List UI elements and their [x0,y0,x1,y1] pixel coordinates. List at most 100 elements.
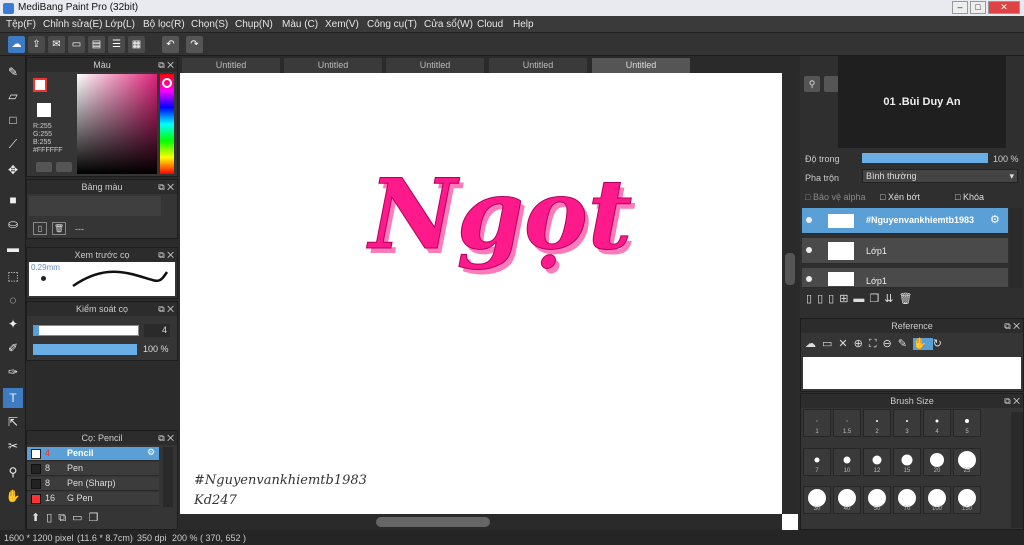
close-icon[interactable]: ✕ [838,338,853,350]
blend-mode-select[interactable]: Bình thường ▾ [862,169,1018,183]
panel-close-icon[interactable]: ⧉ ✕ [158,248,174,262]
clipping-checkbox[interactable]: □ Xén bớt [880,192,920,202]
add-brush-icon[interactable]: ⬆ [31,512,46,524]
cloud-icon[interactable]: ☁ [8,36,25,53]
text-tool-icon[interactable]: T [3,388,23,408]
brush-size-option[interactable]: 25 [953,448,981,476]
maximize-button[interactable]: □ [970,1,986,14]
size-value[interactable]: 4 [144,324,170,337]
opacity-slider[interactable] [33,344,137,355]
layer-item[interactable]: #Nguyenvankhiemtb1983 ⚙ [802,208,1008,234]
menu-cloud[interactable]: Cloud [477,19,503,30]
protect-alpha-checkbox[interactable]: □ Bảo vệ alpha [805,192,865,202]
gear-icon[interactable]: ⚙ [147,447,155,458]
zoom-in-icon[interactable]: ⊕ [854,338,869,350]
brush-tool-icon[interactable]: ✎ [3,62,23,82]
brush-item[interactable]: 4 Pencil ⚙ [27,447,159,461]
brush-size-option[interactable]: 100 [923,486,951,514]
horizontal-scrollbar[interactable] [180,514,782,530]
hand-tool-icon[interactable]: ✋ [3,486,23,506]
comment-icon[interactable]: ▭ [68,36,85,53]
vertical-scrollbar[interactable] [782,73,798,514]
brush-size-option[interactable]: 3 [893,409,921,437]
brush-list-scrollbar[interactable] [163,447,173,507]
menu-color[interactable]: Màu (C) [282,19,318,30]
visibility-icon[interactable] [806,217,812,223]
grid-icon[interactable]: ▦ [128,36,145,53]
size-slider[interactable] [33,325,139,336]
duplicate-icon[interactable]: ❐ [89,512,105,524]
fill-rect-tool-icon[interactable]: ■ [3,190,23,210]
folder-icon[interactable]: ▭ [72,512,88,524]
hand-icon[interactable]: ✋ [912,338,933,350]
zoom-icon[interactable]: ⚲ [804,76,820,92]
menu-file[interactable]: Tệp(F) [6,19,36,30]
brush-size-option[interactable]: 1.5 [833,409,861,437]
tab-document-active[interactable]: Untitled [592,58,690,73]
secondary-color-swatch[interactable] [37,103,51,117]
menu-tools[interactable]: Công cụ(T) [367,19,417,30]
new-layer-icon[interactable]: ▯ [806,293,817,305]
duplicate-layer-icon[interactable]: ❐ [869,293,884,305]
brush-item[interactable]: 16 G Pen [27,492,159,506]
menu-view[interactable]: Xem(V) [325,19,359,30]
brush-size-option[interactable]: 5 [953,409,981,437]
fit-icon[interactable]: ⛶ [869,338,883,350]
redo-icon[interactable]: ↷ [186,36,203,53]
layer-scrollbar[interactable] [1010,208,1022,288]
menu-select[interactable]: Chọn(S) [191,19,228,30]
bucket-tool-icon[interactable]: ⛀ [3,214,23,234]
curve-tool-icon[interactable]: ⟋ [3,134,23,154]
brush-size-option[interactable]: 4 [923,409,951,437]
document-icon[interactable]: ▤ [88,36,105,53]
eyedropper-icon[interactable]: ✎ [898,338,913,350]
eraser-tool-icon[interactable]: ▱ [3,86,23,106]
chat-icon[interactable]: ✉ [48,36,65,53]
hue-handle[interactable] [162,78,172,88]
brush-item[interactable]: 8 Pen (Sharp) [27,477,159,491]
menu-capture[interactable]: Chụp(N) [235,19,273,30]
panel-close-icon[interactable]: ⧉ ✕ [158,180,174,194]
primary-color-swatch[interactable] [33,78,47,92]
brush-size-option[interactable]: 30 [803,486,831,514]
operation-tool-icon[interactable]: ⇱ [3,412,23,432]
scroll-thumb[interactable] [376,517,490,527]
magic-wand-icon[interactable]: ✦ [3,314,23,334]
menu-help[interactable]: Help [513,19,534,30]
layer-item[interactable]: Lớp1 [802,238,1008,264]
delete-palette-icon[interactable]: 🗑 [52,222,66,235]
menu-filter[interactable]: Bộ lọc(R) [143,19,185,30]
brush-size-option[interactable]: 10 [833,448,861,476]
brush-size-option[interactable]: 15 [893,448,921,476]
layer-opacity-slider[interactable] [862,153,988,163]
visibility-icon[interactable] [806,247,812,253]
hue-slider[interactable] [160,74,174,174]
panel-close-icon[interactable]: ⧉ ✕ [158,58,174,72]
close-window-button[interactable]: ✕ [988,1,1020,14]
rectangle-tool-icon[interactable]: □ [3,110,23,130]
list-icon[interactable]: ☰ [108,36,125,53]
tab-document[interactable]: Untitled [182,58,280,73]
brush-size-scrollbar[interactable] [1011,412,1023,528]
delete-layer-icon[interactable]: 🗑 [899,293,918,305]
new-palette-icon[interactable]: ▯ [33,222,47,235]
scroll-thumb[interactable] [785,253,795,285]
drawing-canvas[interactable]: Ngọt Ngọt #Nguyenvankhiemtb1983 Kd247 [180,73,798,530]
lasso-tool-icon[interactable]: ◌ [3,290,23,310]
add-layer-menu-icon[interactable]: ⊞ [839,293,853,305]
move-tool-icon[interactable]: ✥ [3,160,23,180]
folder-icon[interactable]: ▬ [853,293,869,305]
palette-list[interactable] [29,196,161,216]
brush-size-option[interactable]: 40 [833,486,861,514]
rotate-icon[interactable]: ↻ [933,338,948,350]
brush-size-option[interactable]: 50 [863,486,891,514]
tab-document[interactable]: Untitled [386,58,484,73]
minimize-button[interactable]: – [952,1,968,14]
color-mode-button[interactable] [36,162,52,172]
menu-window[interactable]: Cửa sổ(W) [424,19,473,30]
brush-size-option[interactable]: 70 [893,486,921,514]
brush-size-option[interactable]: 150 [953,486,981,514]
brush-size-option[interactable]: 2 [863,409,891,437]
panel-close-icon[interactable]: ⧉ ✕ [158,302,174,316]
visibility-icon[interactable] [806,276,812,282]
